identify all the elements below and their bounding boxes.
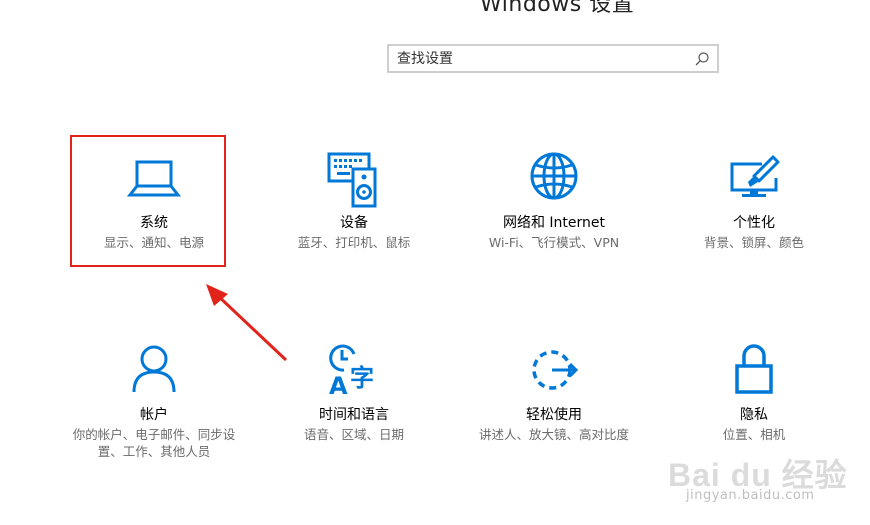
clock-language-icon: A 字 bbox=[329, 344, 374, 400]
globe-icon bbox=[530, 152, 578, 200]
ease-of-access-icon bbox=[532, 350, 579, 390]
tile-title: 设备 bbox=[340, 215, 368, 231]
person-icon bbox=[132, 345, 176, 393]
svg-text:A: A bbox=[329, 372, 348, 400]
tile-privacy[interactable]: 隐私 位置、相机 bbox=[672, 344, 836, 443]
watermark: Bai du 经验 jingyan.baidu.com bbox=[668, 450, 847, 512]
tile-title: 帐户 bbox=[140, 407, 168, 423]
tile-title: 轻松使用 bbox=[526, 407, 582, 423]
watermark-url: jingyan.baidu.com bbox=[686, 488, 815, 503]
tile-ease-of-access[interactable]: 轻松使用 讲述人、放大镜、高对比度 bbox=[472, 344, 636, 443]
tile-devices[interactable]: 设备 蓝牙、打印机、鼠标 bbox=[272, 152, 436, 251]
svg-text:字: 字 bbox=[350, 364, 374, 392]
tile-title: 隐私 bbox=[740, 407, 768, 423]
tile-description: 讲述人、放大镜、高对比度 bbox=[478, 427, 629, 442]
highlight-box bbox=[70, 135, 226, 267]
settings-page: Windows 设置 系统 显示、通知、电源 bbox=[0, 0, 870, 525]
tile-description: 语音、区域、日期 bbox=[303, 427, 404, 442]
tile-description: 位置、相机 bbox=[722, 427, 786, 442]
tile-network[interactable]: 网络和 Internet Wi-Fi、飞行模式、VPN bbox=[472, 152, 636, 251]
lock-icon bbox=[735, 344, 773, 394]
keyboard-speaker-icon bbox=[327, 152, 377, 208]
tile-description: 你的帐户、电子邮件、同步设置、工作、其他人员 bbox=[72, 427, 236, 459]
tile-title: 网络和 Internet bbox=[502, 215, 606, 231]
window-title: Windows 设置 bbox=[480, 0, 635, 17]
tile-description: Wi-Fi、飞行模式、VPN bbox=[488, 235, 620, 250]
tile-description: 蓝牙、打印机、鼠标 bbox=[297, 235, 411, 250]
tile-title: 时间和语言 bbox=[319, 407, 389, 423]
tile-personalization[interactable]: 个性化 背景、锁屏、颜色 bbox=[672, 152, 836, 251]
paintbrush-monitor-icon bbox=[730, 155, 780, 197]
tile-time-language[interactable]: A 字 时间和语言 语音、区域、日期 bbox=[272, 344, 436, 443]
search-icon[interactable] bbox=[694, 51, 710, 67]
search-box[interactable] bbox=[387, 44, 719, 73]
search-input[interactable] bbox=[397, 49, 687, 69]
tile-title: 个性化 bbox=[733, 215, 775, 231]
tile-description: 背景、锁屏、颜色 bbox=[703, 235, 804, 250]
arrow-icon bbox=[206, 284, 288, 362]
